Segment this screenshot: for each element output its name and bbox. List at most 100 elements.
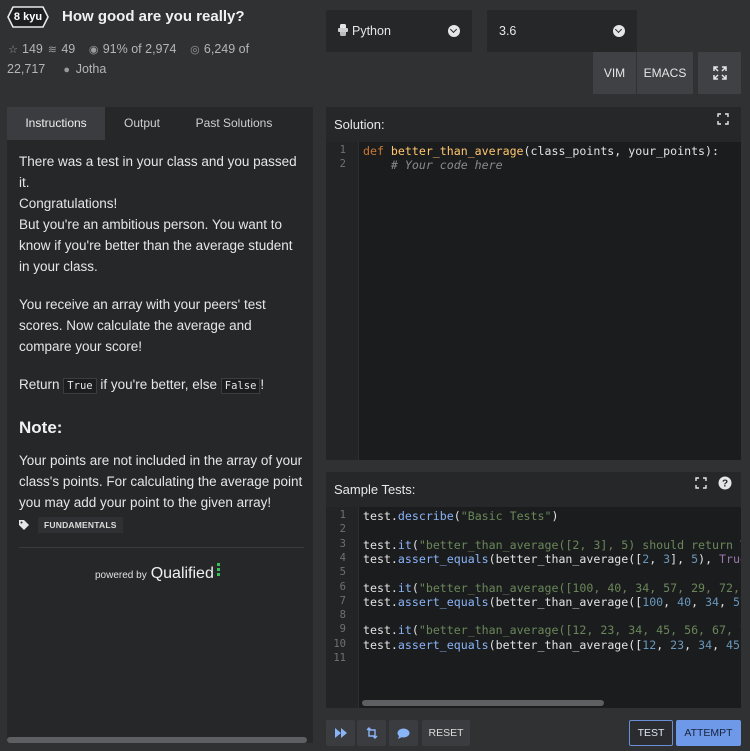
code-token: , — [740, 638, 741, 652]
instructions-body: There was a test in your class and you p… — [19, 151, 304, 530]
powered-by-qualified[interactable]: powered by Qualified — [95, 563, 220, 583]
test-button[interactable]: TEST — [629, 720, 673, 746]
python-icon — [338, 24, 348, 36]
code-token: describe — [397, 509, 454, 523]
code-token: "better_than_average([12, 23, 34, 45, 56… — [418, 623, 741, 638]
stars-count: 149 — [22, 42, 43, 56]
instruction-text: Congratulations! — [19, 196, 118, 211]
code-line[interactable]: test.assert_equals(better_than_average([… — [363, 552, 741, 566]
code-token: assert_equals — [397, 594, 489, 609]
code-line[interactable]: test.describe("Basic Tests") — [363, 509, 558, 523]
code-token: assert_equals — [397, 637, 489, 652]
code-token: "better_than_average([100, 40, 34, 57, 2… — [418, 580, 740, 595]
code-token: test. — [363, 537, 398, 552]
code-line[interactable]: def better_than_average(class_points, yo… — [363, 144, 719, 158]
code-line[interactable]: test.assert_equals(better_than_average([… — [363, 638, 741, 652]
tag-fundamentals[interactable]: FUNDAMENTALS — [38, 517, 123, 533]
code-token: 34 — [705, 594, 720, 609]
eye-icon: ◉ — [88, 44, 99, 56]
code-line[interactable]: test.assert_equals(better_than_average([… — [363, 595, 741, 609]
code-line[interactable]: test.it("better_than_average([12, 23, 34… — [363, 623, 741, 637]
code-token: , — [691, 594, 706, 609]
sync-icon — [366, 727, 377, 739]
instructions-paragraph-3: Return True if you're better, else False… — [19, 374, 304, 397]
code-token: test. — [363, 637, 398, 652]
vim-button[interactable]: VIM — [593, 52, 636, 94]
code-token: (class_points, your_points): — [523, 144, 719, 158]
solution-label: Solution: — [334, 117, 385, 132]
code-token: test. — [363, 594, 398, 609]
line-number: 2 — [339, 523, 346, 536]
code-token: 12 — [642, 637, 657, 652]
reset-button[interactable]: RESET — [422, 720, 470, 746]
code-token: assert_equals — [397, 551, 489, 566]
attempt-button[interactable]: ATTEMPT — [676, 720, 741, 746]
line-number: 1 — [339, 144, 346, 156]
solution-editor[interactable]: 1 def better_than_average(class_points, y… — [326, 142, 741, 460]
note-heading: Note: — [19, 418, 63, 437]
inline-code: False — [220, 378, 261, 394]
version-value: 3.6 — [499, 24, 517, 38]
sync-button[interactable] — [357, 720, 386, 746]
powered-by-text: powered by — [95, 570, 147, 581]
code-token: 57 — [733, 594, 741, 609]
run-forward-button[interactable] — [326, 720, 355, 746]
svg-text:?: ? — [722, 479, 728, 490]
tab-output[interactable]: Output — [105, 107, 179, 140]
instructions-paragraph-2: You receive an array with your peers' te… — [19, 297, 266, 354]
note-paragraph: Your points are not included in the arra… — [19, 453, 303, 510]
tag-icon — [19, 520, 29, 530]
line-number: 1 — [339, 509, 346, 521]
line-number: 6 — [339, 580, 346, 593]
code-token: , — [656, 637, 671, 652]
line-number: 9 — [339, 623, 346, 636]
rank-badge: 8 kyu — [7, 6, 49, 28]
kata-stats: ☆ 149 ≋ 49 ◉ 91% of 2,974 ◎ 6,249 of 22,717 … — [7, 40, 297, 80]
code-token: 34 — [698, 637, 713, 652]
editor-horizontal-scrollbar[interactable] — [362, 700, 604, 706]
code-token: ( — [411, 580, 419, 595]
code-line[interactable]: # Your code here — [363, 158, 503, 172]
expand-icon[interactable] — [717, 113, 729, 125]
code-token: ], — [670, 551, 692, 566]
expand-icon[interactable] — [695, 477, 707, 489]
instruction-text: There was a test in your class and you p… — [19, 154, 297, 190]
line-number: 3 — [339, 537, 346, 550]
inline-code: True — [63, 378, 97, 394]
code-token: 23 — [670, 637, 685, 652]
help-icon[interactable]: ? — [718, 476, 732, 490]
line-number: 4 — [339, 551, 346, 564]
line-number: 11 — [333, 652, 346, 664]
line-number: 2 — [339, 158, 346, 171]
discuss-button[interactable] — [389, 720, 418, 746]
tag-row: FUNDAMENTALS — [19, 517, 123, 533]
language-select[interactable]: Python — [326, 10, 472, 52]
tab-instructions[interactable]: Instructions — [7, 107, 105, 140]
instruction-text: Return — [19, 377, 60, 392]
code-line[interactable]: test.it("better_than_average([2, 3], 5) … — [363, 538, 741, 552]
code-line[interactable]: test.it("better_than_average([100, 40, 3… — [363, 581, 741, 595]
code-token: , — [712, 637, 727, 652]
code-token: it — [397, 537, 412, 552]
code-token: "better_than_average([2, 3], 5) should r… — [418, 537, 741, 552]
version-select[interactable]: 3.6 — [487, 10, 637, 52]
code-token: , — [719, 594, 734, 609]
sample-tests-editor[interactable]: 1 test.describe("Basic Tests") 2 3 test.it("… — [326, 507, 741, 708]
instruction-text: But you're an ambitious person. You want… — [19, 217, 293, 274]
instruction-text: ! — [260, 377, 265, 392]
tab-past-solutions[interactable]: Past Solutions — [179, 107, 289, 140]
fullscreen-icon — [712, 66, 727, 80]
code-token: ), — [698, 551, 720, 566]
code-token: test. — [363, 623, 398, 638]
horizontal-scrollbar[interactable] — [7, 737, 307, 743]
code-token: 40 — [677, 594, 692, 609]
qualified-logo-icon — [216, 563, 220, 578]
emacs-button[interactable]: EMACS — [637, 52, 693, 94]
fullscreen-button[interactable] — [698, 52, 741, 94]
code-token: it — [397, 623, 412, 638]
instruction-text: if you're better, else — [100, 377, 218, 392]
code-token: (better_than_average([ — [488, 594, 643, 609]
code-token: , — [663, 594, 678, 609]
fast-forward-icon — [334, 728, 347, 738]
code-token: , — [684, 637, 699, 652]
